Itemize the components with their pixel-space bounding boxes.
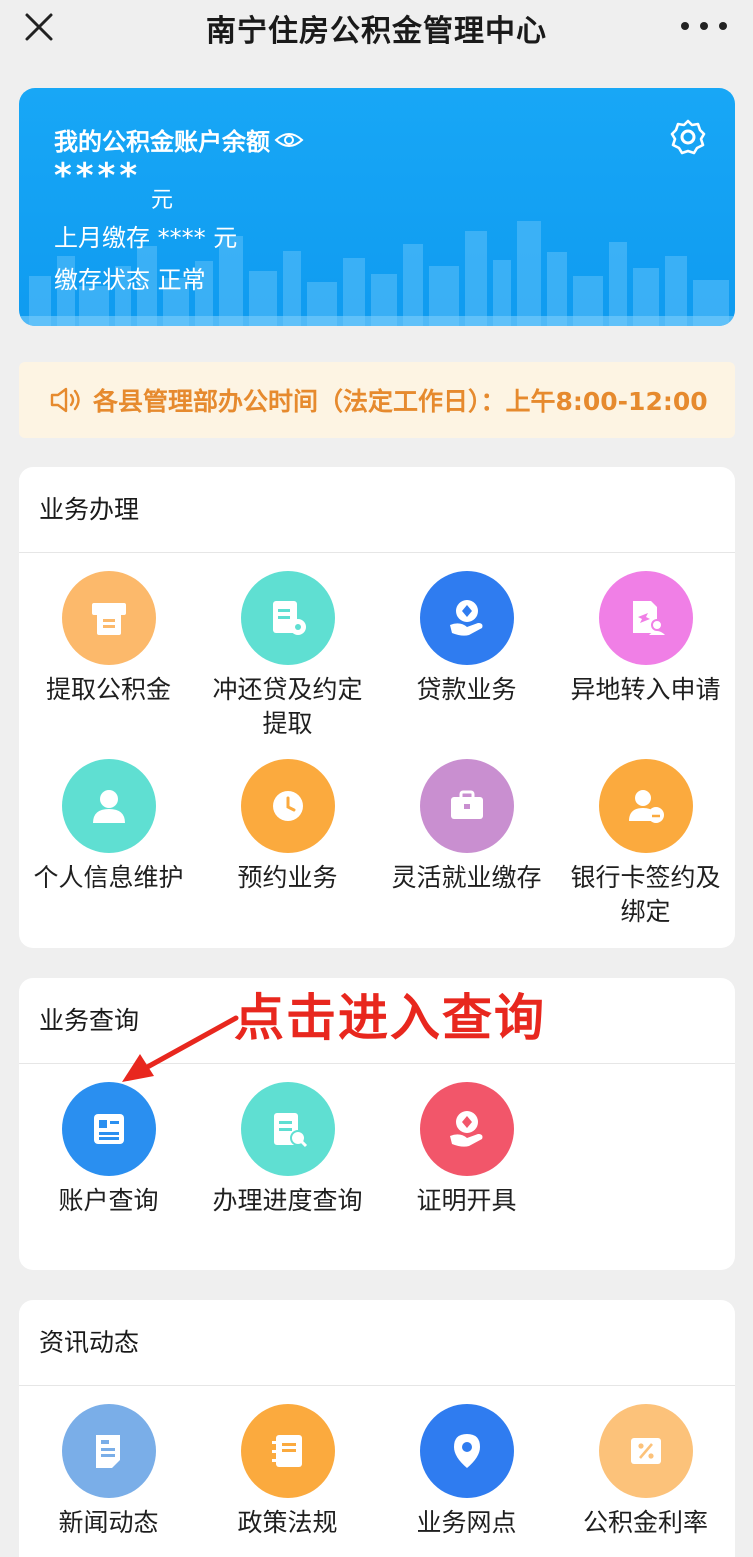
query-account[interactable]: 账户查询 (19, 1082, 198, 1218)
service-appointment[interactable]: 预约业务 (198, 759, 377, 895)
clock-icon (240, 759, 335, 853)
page-title: 南宁住房公积金管理中心 (206, 14, 547, 49)
person-cloud-icon (598, 759, 693, 853)
map-pin-icon (419, 1404, 514, 1498)
speaker-icon (50, 387, 80, 413)
percent-icon (598, 1404, 693, 1498)
service-bank-card[interactable]: 银行卡签约及绑定 (556, 759, 735, 929)
person-icon (61, 759, 156, 853)
settings-gear-icon[interactable] (669, 118, 707, 156)
more-menu-icon[interactable] (681, 6, 727, 46)
balance-unit: 元 (151, 188, 174, 213)
deposit-status: 缴存状态 正常 (54, 266, 206, 294)
account-card-icon (61, 1082, 156, 1176)
service-withdraw[interactable]: 提取公积金 (19, 571, 198, 707)
news-interest-rate[interactable]: 公积金利率 (556, 1404, 735, 1540)
news-section: 资讯动态 新闻动态 政策法规 业务网点 公积金利率 (19, 1300, 735, 1557)
briefcase-icon (419, 759, 514, 853)
service-transfer-in[interactable]: 异地转入申请 (556, 571, 735, 707)
service-personal-info[interactable]: 个人信息维护 (19, 759, 198, 895)
news-outlets[interactable]: 业务网点 (377, 1404, 556, 1540)
services-title: 业务办理 (19, 467, 735, 553)
document-gear-icon (240, 571, 335, 665)
balance-title: 我的公积金账户余额 (54, 122, 304, 157)
balance-value: **** (54, 156, 142, 196)
news-updates[interactable]: 新闻动态 (19, 1404, 198, 1540)
hand-certificate-icon (419, 1082, 514, 1176)
query-progress[interactable]: 办理进度查询 (198, 1082, 377, 1218)
news-policy[interactable]: 政策法规 (198, 1404, 377, 1540)
hand-coin-icon (419, 571, 514, 665)
annotation-arrow (122, 1015, 239, 1082)
atm-icon (61, 571, 156, 665)
balance-card: 我的公积金账户余额 **** 元 上月缴存 **** 元 缴存状态 正常 (19, 88, 735, 326)
last-month-deposit: 上月缴存 **** 元 (54, 224, 238, 252)
service-flexible-employment[interactable]: 灵活就业缴存 (377, 759, 556, 895)
notice-bar[interactable]: 各县管理部办公时间（法定工作日）：上午8:00-12:00 (19, 362, 735, 438)
eye-icon[interactable] (274, 129, 304, 151)
news-title: 资讯动态 (19, 1300, 735, 1386)
notebook-icon (240, 1404, 335, 1498)
service-loan[interactable]: 贷款业务 (377, 571, 556, 707)
services-section: 业务办理 提取公积金 冲还贷及约定提取 贷款业务 异地转入申请 个人信息维护 预… (19, 467, 735, 948)
news-document-icon (61, 1404, 156, 1498)
top-nav-bar: 南宁住房公积金管理中心 (0, 0, 753, 66)
annotation-text: 点击进入查询 (234, 989, 546, 1047)
plane-person-icon (598, 571, 693, 665)
query-certificate[interactable]: 证明开具 (377, 1082, 556, 1218)
notice-text: 各县管理部办公时间（法定工作日）：上午8:00-12:00 (93, 387, 708, 416)
document-search-icon (240, 1082, 335, 1176)
service-repay-extract[interactable]: 冲还贷及约定提取 (198, 571, 377, 741)
